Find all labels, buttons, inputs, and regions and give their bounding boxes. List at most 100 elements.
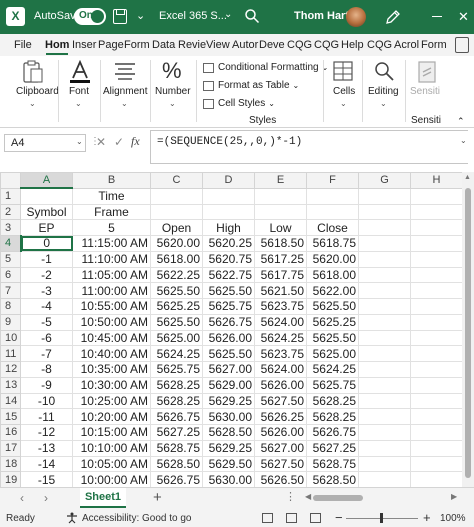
- cell-g19[interactable]: [358, 471, 411, 488]
- column-header-g[interactable]: G: [358, 172, 411, 189]
- cell-d15[interactable]: 5630.00: [202, 408, 255, 425]
- row-header[interactable]: 1: [0, 187, 21, 205]
- cell-h12[interactable]: [410, 361, 463, 378]
- cell-h8[interactable]: [410, 298, 463, 315]
- cell-b19[interactable]: 10:00:00 AM: [72, 471, 151, 488]
- cell-f3[interactable]: Close: [306, 219, 359, 236]
- cell-d7[interactable]: 5625.50: [202, 282, 255, 299]
- cell-d14[interactable]: 5629.25: [202, 392, 255, 410]
- cell-f7[interactable]: 5622.00: [306, 282, 359, 299]
- tab-review[interactable]: Revie: [178, 39, 206, 51]
- number-group[interactable]: % Number ⌄: [152, 56, 194, 128]
- row-header[interactable]: 2: [0, 203, 21, 221]
- cell-d11[interactable]: 5625.50: [202, 345, 255, 362]
- cell-e19[interactable]: 5626.50: [254, 471, 307, 488]
- cell-c6[interactable]: 5622.25: [150, 266, 203, 284]
- tab-cqg-3[interactable]: CQG: [367, 39, 392, 51]
- cell-f1[interactable]: [306, 187, 359, 205]
- cell-d6[interactable]: 5622.75: [202, 266, 255, 284]
- accessibility-icon[interactable]: [66, 512, 78, 524]
- cell-e12[interactable]: 5624.00: [254, 361, 307, 378]
- cell-e10[interactable]: 5624.25: [254, 329, 307, 347]
- cell-b7[interactable]: 11:00:00 AM: [72, 282, 151, 299]
- cell-f4[interactable]: 5618.75: [306, 235, 359, 252]
- cell-a10[interactable]: -6: [20, 329, 73, 347]
- tab-cqg-1[interactable]: CQG: [287, 39, 312, 51]
- cell-d16[interactable]: 5628.50: [202, 424, 255, 441]
- cell-d4[interactable]: 5620.25: [202, 235, 255, 252]
- horizontal-scroll-thumb[interactable]: [313, 495, 363, 501]
- accessibility-status[interactable]: Accessibility: Good to go: [82, 513, 192, 524]
- cell-g11[interactable]: [358, 345, 411, 362]
- cell-c19[interactable]: 5626.75: [150, 471, 203, 488]
- insert-function-icon[interactable]: fx: [131, 134, 140, 149]
- row-header[interactable]: 19: [0, 471, 21, 488]
- cell-g13[interactable]: [358, 376, 411, 394]
- row-header[interactable]: 9: [0, 313, 21, 331]
- tab-help[interactable]: Help: [341, 39, 364, 51]
- cell-b13[interactable]: 10:30:00 AM: [72, 376, 151, 394]
- row-header[interactable]: 12: [0, 361, 21, 378]
- column-header-a[interactable]: A: [20, 172, 73, 190]
- cell-g17[interactable]: [358, 439, 411, 457]
- cell-e4[interactable]: 5618.50: [254, 235, 307, 252]
- cell-b5[interactable]: 11:10:00 AM: [72, 250, 151, 268]
- cell-d3[interactable]: High: [202, 219, 255, 236]
- cell-d5[interactable]: 5620.75: [202, 250, 255, 268]
- horizontal-scrollbar[interactable]: ◀ ▶: [305, 492, 460, 504]
- cell-b10[interactable]: 10:45:00 AM: [72, 329, 151, 347]
- tab-insert[interactable]: Inser: [72, 39, 96, 51]
- prev-sheet-chevron-icon[interactable]: ‹: [20, 491, 24, 505]
- normal-view-icon[interactable]: [262, 513, 273, 523]
- cell-f19[interactable]: 5628.50: [306, 471, 359, 488]
- cell-b6[interactable]: 11:05:00 AM: [72, 266, 151, 284]
- cell-f17[interactable]: 5627.25: [306, 439, 359, 457]
- cell-e1[interactable]: [254, 187, 307, 205]
- cell-d12[interactable]: 5627.00: [202, 361, 255, 378]
- row-header[interactable]: 13: [0, 376, 21, 394]
- cell-h4[interactable]: [410, 235, 463, 252]
- cell-e2[interactable]: [254, 203, 307, 221]
- cell-b14[interactable]: 10:25:00 AM: [72, 392, 151, 410]
- name-box[interactable]: A4: [4, 134, 86, 152]
- page-layout-view-icon[interactable]: [286, 513, 297, 523]
- tab-format[interactable]: Form: [421, 39, 447, 51]
- enter-check-icon[interactable]: ✓: [114, 135, 124, 149]
- cell-g7[interactable]: [358, 282, 411, 299]
- cell-a19[interactable]: -15: [20, 471, 73, 488]
- cell-g18[interactable]: [358, 455, 411, 473]
- zoom-in-button[interactable]: +: [423, 510, 431, 525]
- cell-c18[interactable]: 5628.50: [150, 455, 203, 473]
- column-header-d[interactable]: D: [202, 172, 255, 189]
- cell-d2[interactable]: [202, 203, 255, 221]
- cell-e6[interactable]: 5617.75: [254, 266, 307, 284]
- row-header[interactable]: 16: [0, 424, 21, 441]
- cell-d18[interactable]: 5629.50: [202, 455, 255, 473]
- close-icon[interactable]: ✕: [458, 9, 469, 25]
- tab-file[interactable]: File: [14, 39, 32, 51]
- cell-h1[interactable]: [410, 187, 463, 205]
- comments-icon[interactable]: [455, 37, 469, 53]
- clipboard-group[interactable]: Clipboard ⌄: [6, 56, 60, 128]
- cell-e3[interactable]: Low: [254, 219, 307, 236]
- cell-b17[interactable]: 10:10:00 AM: [72, 439, 151, 457]
- cell-c13[interactable]: 5628.25: [150, 376, 203, 394]
- cell-a15[interactable]: -11: [20, 408, 73, 425]
- cell-h17[interactable]: [410, 439, 463, 457]
- cell-b4[interactable]: 11:15:00 AM: [72, 235, 151, 252]
- row-header[interactable]: 5: [0, 250, 21, 268]
- cell-g16[interactable]: [358, 424, 411, 441]
- cell-g5[interactable]: [358, 250, 411, 268]
- cell-c3[interactable]: Open: [150, 219, 203, 236]
- cell-a14[interactable]: -10: [20, 392, 73, 410]
- row-header[interactable]: 17: [0, 439, 21, 457]
- cell-h19[interactable]: [410, 471, 463, 488]
- cell-a4[interactable]: 0: [20, 235, 73, 252]
- cell-b12[interactable]: 10:35:00 AM: [72, 361, 151, 378]
- cell-a11[interactable]: -7: [20, 345, 73, 362]
- cell-g3[interactable]: [358, 219, 411, 236]
- tab-view[interactable]: View: [206, 39, 230, 51]
- row-header[interactable]: 14: [0, 392, 21, 410]
- column-header-h[interactable]: H: [410, 172, 463, 189]
- cell-c17[interactable]: 5628.75: [150, 439, 203, 457]
